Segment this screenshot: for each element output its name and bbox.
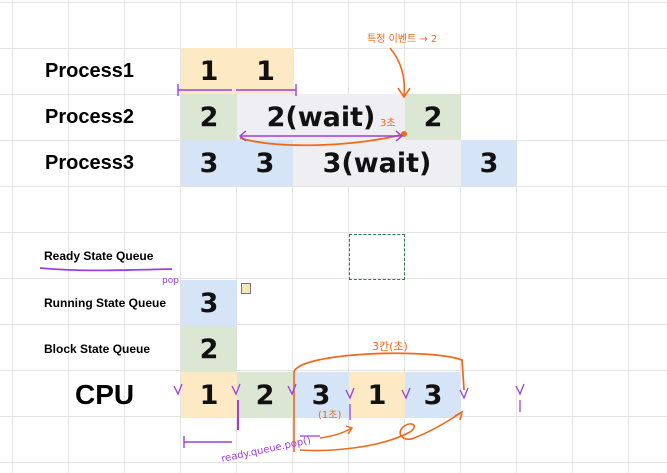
three-sec-annotation: 3초 — [380, 117, 396, 129]
event-annotation: 특정 이벤트 → 2 — [367, 33, 437, 45]
tick-mark — [401, 387, 411, 400]
ink-annotations: 특정 이벤트 → 2 3초 pop 3칸(초) (1초) ready.queue… — [39, 33, 525, 465]
tick-mark — [515, 383, 525, 396]
ready-underline — [39, 267, 173, 272]
event-arrow — [389, 47, 406, 97]
one-sec-annotation: (1초) — [318, 409, 341, 421]
tick-mark — [231, 383, 241, 396]
pop-annotation: pop — [162, 276, 179, 286]
cpu-span-arc — [293, 352, 465, 391]
tick-mark — [173, 383, 183, 396]
three-cells-annotation: 3칸(초) — [372, 340, 408, 353]
tick-mark — [345, 387, 355, 400]
ready-pop-annotation: ready.queue.pop() — [220, 435, 312, 465]
